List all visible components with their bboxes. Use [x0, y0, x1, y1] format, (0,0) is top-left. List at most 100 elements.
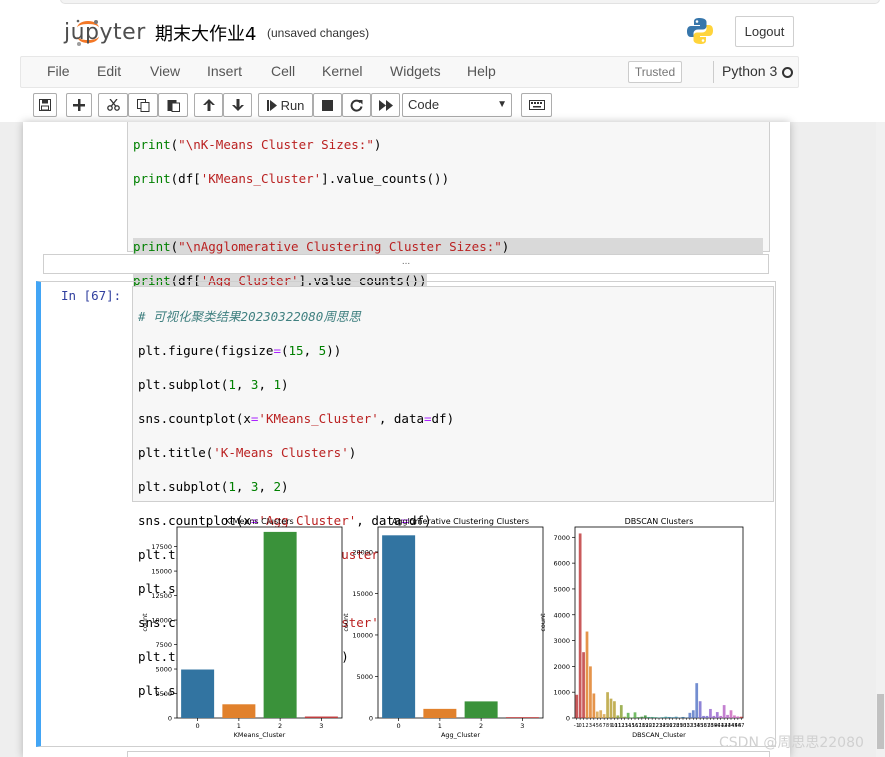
chart-1-xlabel: Agg_Cluster: [441, 731, 480, 739]
chart-1-bar-1: [423, 708, 457, 718]
menu-view[interactable]: View: [150, 63, 180, 79]
chart-2-bar-8: [606, 692, 609, 718]
scrollbar-thumb[interactable]: [877, 694, 884, 749]
chart-2-bar-42: [722, 705, 726, 718]
run-button[interactable]: Run: [258, 93, 313, 117]
menu-edit[interactable]: Edit: [97, 63, 121, 79]
chart-2-bar-26: [667, 716, 671, 718]
collapsed-output-toggle[interactable]: ...: [43, 254, 769, 274]
chart-2-bar-47: [739, 716, 743, 718]
chart-2-bar-34: [695, 683, 699, 718]
chart-0-xtick-label-0: 0: [196, 722, 200, 730]
scissors-icon: [106, 99, 120, 111]
insert-cell-button[interactable]: [66, 93, 92, 117]
chart-2-bar-9: [609, 698, 613, 718]
chart-2-bar-23: [657, 717, 661, 718]
chart-2-bar-46: [736, 716, 740, 718]
chart-2-xlabel: DBSCAN_Cluster: [632, 731, 686, 739]
chart-2-bar-10: [613, 701, 616, 718]
chart-0-bar-0: [181, 669, 215, 718]
chevron-down-icon: ▼: [497, 99, 507, 110]
logout-button[interactable]: Logout: [735, 16, 794, 47]
page-scrollbar[interactable]: [876, 122, 885, 757]
cell-type-select[interactable]: Code ▼: [402, 93, 512, 117]
chart-2-bar-39: [712, 715, 716, 718]
restart-button[interactable]: [342, 93, 371, 117]
chart-0-ytick-label-7: 17500: [151, 543, 172, 551]
copy-button[interactable]: [128, 93, 158, 117]
kernel-idle-indicator-icon: [782, 67, 793, 78]
chart-2-bar-2: [585, 631, 589, 718]
chart-2-bar-35: [698, 701, 702, 718]
previous-code-cell[interactable]: print("\nK-Means Cluster Sizes:") print(…: [127, 122, 770, 390]
notebook-header: jupyter 期末大作业4 (unsaved changes) Logout: [0, 8, 885, 56]
chart-0-ytick-label-2: 5000: [155, 666, 172, 674]
code-editor[interactable]: # 可视化聚类结果20230322080周思思 plt.figure(figsi…: [132, 286, 774, 698]
restart-run-all-button[interactable]: [371, 93, 400, 117]
chart-2-bar-14: [626, 712, 630, 718]
chart-2-bar-21: [650, 716, 654, 718]
save-button[interactable]: [33, 93, 57, 117]
chart-2-bar-3: [589, 666, 592, 718]
step-forward-icon: [266, 99, 277, 111]
jupyter-logo-text: jupyter: [64, 20, 146, 45]
kernel-name[interactable]: Python 3: [722, 63, 777, 79]
chart-2-bar--1: [575, 694, 579, 718]
chart-2-bar-44: [729, 710, 733, 718]
chart-2-title: DBSCAN Clusters: [625, 517, 694, 526]
menu-bar: File Edit View Insert Cell Kernel Widget…: [0, 56, 885, 88]
browser-top-edge: [0, 0, 885, 8]
menu-insert[interactable]: Insert: [207, 63, 242, 79]
chart-2-ytick-label-7: 7000: [553, 534, 570, 542]
selected-code-cell[interactable]: In [67]: # 可视化聚类结果20230322080周思思 plt.fig…: [36, 281, 776, 747]
trusted-badge[interactable]: Trusted: [628, 61, 682, 83]
chart-2-bar-38: [709, 708, 712, 718]
run-label: Run: [280, 97, 305, 113]
cell-prompt: In [67]:: [61, 288, 122, 303]
chart-1-ylabel: count: [342, 613, 350, 632]
fast-forward-icon: [378, 99, 393, 111]
next-code-cell[interactable]: [127, 751, 770, 757]
chart-1-ytick-label-0: 0: [369, 715, 373, 723]
chart-1-title: Agglomerative Clustering Clusters: [392, 517, 529, 526]
chart-1-bar-3: [505, 717, 539, 718]
cell-type-value: Code: [408, 97, 440, 112]
menu-widgets[interactable]: Widgets: [390, 63, 441, 79]
cut-button[interactable]: [98, 93, 128, 117]
menu-kernel[interactable]: Kernel: [322, 63, 362, 79]
menu-help[interactable]: Help: [467, 63, 496, 79]
chart-2-bar-27: [671, 717, 675, 718]
copy-icon: [136, 98, 149, 112]
command-palette-button[interactable]: [521, 93, 552, 117]
cell-output: K-Means Clusters 0 2500 5000 7500 10000 12500 1…: [132, 511, 774, 747]
chart-2-bar-45: [733, 715, 736, 718]
menu-file[interactable]: File: [47, 63, 70, 79]
chart-1-xtick-label-2: 2: [479, 722, 483, 730]
chart-1-ytick-label-2: 10000: [352, 631, 373, 639]
menu-cell[interactable]: Cell: [271, 63, 295, 79]
save-icon: [39, 99, 51, 111]
chart-2-bar-43: [726, 714, 729, 718]
chart-2-bar-41: [719, 715, 723, 718]
chart-2-ytick-label-5: 5000: [553, 585, 570, 593]
move-down-button[interactable]: [223, 93, 252, 117]
notebook-title[interactable]: 期末大作业4: [155, 20, 256, 46]
chart-0-ytick-label-3: 7500: [155, 641, 172, 649]
chart-2-ytick-label-6: 6000: [553, 560, 570, 568]
interrupt-button[interactable]: [313, 93, 342, 117]
prev-line-0: "\nK-Means Cluster Sizes:": [178, 137, 374, 152]
arrow-up-icon: [202, 99, 215, 111]
move-up-button[interactable]: [194, 93, 223, 117]
paste-icon: [167, 99, 180, 112]
chart-0-bar-2: [263, 531, 297, 718]
code-line-comment: # 可视化聚类结果20230322080周思思: [138, 309, 361, 324]
chart-2-bar-7: [602, 714, 606, 718]
chart-2-bar-29: [678, 717, 681, 718]
chart-1-ytick-label-3: 15000: [352, 590, 373, 598]
chart-1-xtick-label-0: 0: [397, 722, 401, 730]
paste-button[interactable]: [158, 93, 188, 117]
chart-2-bar-0: [578, 533, 582, 718]
cluster-count-figure: K-Means Clusters025005000750010000125001…: [141, 517, 744, 739]
arrow-down-icon: [231, 99, 244, 111]
chart-2-bar-24: [661, 717, 664, 718]
